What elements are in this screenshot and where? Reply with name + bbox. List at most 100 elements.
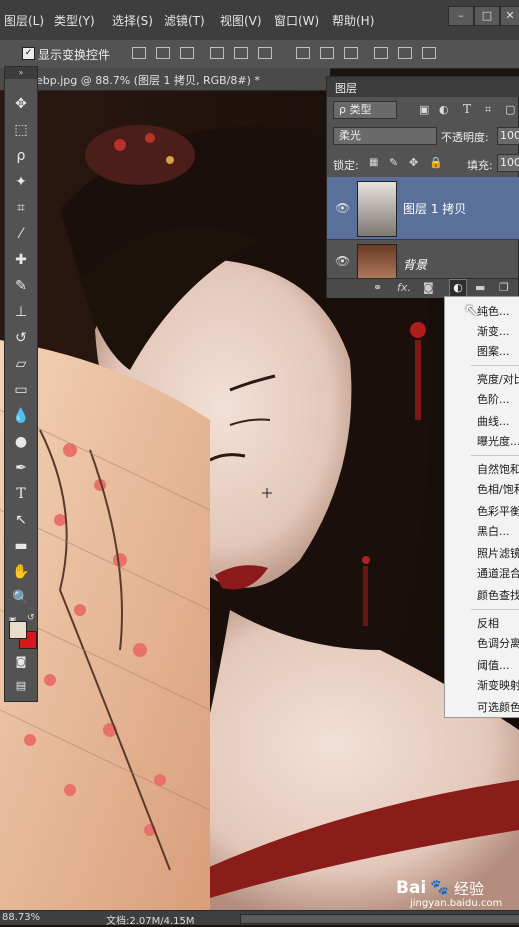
menu-separator: [471, 455, 519, 456]
adjustment-icon[interactable]: ◐: [449, 279, 467, 297]
paw-icon: 🐾: [430, 878, 449, 896]
blend-mode-dropdown[interactable]: 柔光: [333, 127, 437, 145]
align-vcenter-icon[interactable]: [156, 47, 170, 59]
folder-icon[interactable]: ▬: [475, 281, 485, 294]
menu-item-invert[interactable]: 反相: [477, 615, 499, 631]
align-top-icon[interactable]: [132, 47, 146, 59]
fill-field[interactable]: 100: [497, 154, 519, 172]
lock-position-icon[interactable]: ✥: [409, 156, 418, 169]
menu-help[interactable]: 帮助(H): [332, 12, 374, 29]
foreground-color-swatch[interactable]: [9, 621, 27, 639]
menu-item-posterize[interactable]: 色调分离: [477, 635, 519, 651]
menu-item-vibrance[interactable]: 自然饱和: [477, 461, 519, 477]
filter-type-icon[interactable]: T: [463, 102, 471, 116]
document-info: 文档:2.07M/4.15M: [106, 916, 195, 927]
status-bar: 88.73% 文档:2.07M/4.15M: [0, 910, 519, 927]
filter-image-icon[interactable]: ▣: [419, 103, 429, 116]
eraser-tool-icon[interactable]: ▱: [10, 353, 32, 375]
lasso-tool-icon[interactable]: ρ: [10, 145, 32, 167]
dodge-tool-icon[interactable]: ●: [10, 431, 32, 453]
menu-item-exposure[interactable]: 曝光度...: [477, 433, 519, 449]
quick-mask-icon[interactable]: ◙: [10, 651, 32, 673]
align-bottom-icon[interactable]: [180, 47, 194, 59]
layer-row-copy[interactable]: 👁 图层 1 拷贝: [327, 177, 519, 240]
menu-layer[interactable]: 图层(L): [4, 12, 44, 29]
menu-item-gradient-map[interactable]: 渐变映射: [477, 677, 519, 693]
close-icon[interactable]: ✕: [500, 6, 519, 26]
brush-tool-icon[interactable]: ✎: [10, 275, 32, 297]
menu-item-gradient[interactable]: 渐变...: [477, 323, 510, 339]
crop-tool-icon[interactable]: ⌗: [10, 197, 32, 219]
menu-item-levels[interactable]: 色阶...: [477, 391, 510, 407]
show-transform-checkbox[interactable]: ✓: [22, 47, 35, 60]
fill-label: 填充:: [467, 159, 493, 172]
horizontal-scrollbar[interactable]: [240, 914, 519, 924]
marquee-tool-icon[interactable]: ⬚: [10, 119, 32, 141]
link-icon[interactable]: ⚭: [373, 281, 382, 294]
visibility-eye-icon[interactable]: 👁: [335, 201, 350, 215]
minimize-icon[interactable]: –: [448, 6, 474, 26]
healing-brush-tool-icon[interactable]: ✚: [10, 249, 32, 271]
history-brush-tool-icon[interactable]: ↺: [10, 327, 32, 349]
eyedropper-tool-icon[interactable]: ⁄: [10, 223, 32, 245]
zoom-level[interactable]: 88.73%: [2, 912, 40, 923]
align-hcenter-icon[interactable]: [234, 47, 248, 59]
new-layer-icon[interactable]: ❐: [499, 281, 509, 294]
stamp-tool-icon[interactable]: ⊥: [10, 301, 32, 323]
layer-row-background[interactable]: 👁 背景: [327, 240, 519, 279]
align-left-icon[interactable]: [210, 47, 224, 59]
mask-icon[interactable]: ◙: [423, 281, 434, 294]
move-tool-icon[interactable]: ✥: [10, 93, 32, 115]
menu-item-curves[interactable]: 曲线...: [477, 413, 510, 429]
gradient-tool-icon[interactable]: ▭: [10, 379, 32, 401]
menu-item-color-balance[interactable]: 色彩平衡: [477, 503, 519, 519]
distribute-left-icon[interactable]: [374, 47, 388, 59]
magic-wand-tool-icon[interactable]: ✦: [10, 171, 32, 193]
menu-item-channel-mixer[interactable]: 通道混合: [477, 565, 519, 581]
lock-pixels-icon[interactable]: ✎: [389, 156, 398, 169]
menu-item-hue-saturation[interactable]: 色相/饱和: [477, 481, 519, 497]
lock-label: 锁定:: [333, 159, 359, 172]
distribute-top-icon[interactable]: [296, 47, 310, 59]
visibility-eye-icon[interactable]: 👁: [335, 254, 350, 268]
filter-adjustment-icon[interactable]: ◐: [439, 103, 449, 116]
menu-item-pattern[interactable]: 图案...: [477, 343, 510, 359]
menu-item-threshold[interactable]: 阈值...: [477, 657, 510, 673]
menu-item-color-lookup[interactable]: 颜色查找: [477, 587, 519, 603]
menu-item-black-white[interactable]: 黑白...: [477, 523, 510, 539]
screen-mode-icon[interactable]: ▤: [10, 675, 32, 697]
align-right-icon[interactable]: [258, 47, 272, 59]
swap-colors-icon[interactable]: ↺: [27, 613, 35, 623]
distribute-hcenter-icon[interactable]: [398, 47, 412, 59]
hand-tool-icon[interactable]: ✋: [10, 561, 32, 583]
zoom-tool-icon[interactable]: 🔍: [10, 587, 32, 609]
filter-kind-dropdown[interactable]: ρ 类型: [333, 101, 397, 119]
menu-select[interactable]: 选择(S): [112, 12, 153, 29]
maximize-icon[interactable]: □: [474, 6, 500, 26]
menu-type[interactable]: 类型(Y): [54, 12, 95, 29]
blur-tool-icon[interactable]: 💧: [10, 405, 32, 427]
layers-tab[interactable]: 图层: [327, 77, 519, 97]
distribute-right-icon[interactable]: [422, 47, 436, 59]
distribute-vcenter-icon[interactable]: [320, 47, 334, 59]
menu-item-selective-color[interactable]: 可选颜色: [477, 699, 519, 715]
filter-smart-object-icon[interactable]: ▢: [505, 103, 515, 116]
menu-window[interactable]: 窗口(W): [274, 12, 319, 29]
fx-icon[interactable]: fx.: [397, 281, 411, 294]
shape-tool-icon[interactable]: ▬: [10, 535, 32, 557]
menu-item-solid-color[interactable]: 纯色...: [477, 303, 510, 319]
type-tool-icon[interactable]: T: [10, 483, 32, 505]
lock-all-icon[interactable]: 🔒: [429, 156, 443, 169]
filter-shape-icon[interactable]: ⌗: [485, 103, 491, 117]
pen-tool-icon[interactable]: ✒: [10, 457, 32, 479]
menu-view[interactable]: 视图(V): [220, 12, 262, 29]
menu-item-photo-filter[interactable]: 照片滤镜: [477, 545, 519, 561]
distribute-bottom-icon[interactable]: [344, 47, 358, 59]
path-select-tool-icon[interactable]: ↖: [10, 509, 32, 531]
opacity-field[interactable]: 100: [497, 127, 519, 145]
collapse-icon[interactable]: »: [5, 67, 37, 79]
menu-filter[interactable]: 滤镜(T): [164, 12, 205, 29]
document-tab[interactable]: ebp.jpg @ 88.7% (图层 1 拷贝, RGB/8#) *: [0, 68, 330, 91]
lock-transparent-icon[interactable]: ▦: [369, 157, 378, 168]
menu-item-brightness-contrast[interactable]: 亮度/对比: [477, 371, 519, 387]
